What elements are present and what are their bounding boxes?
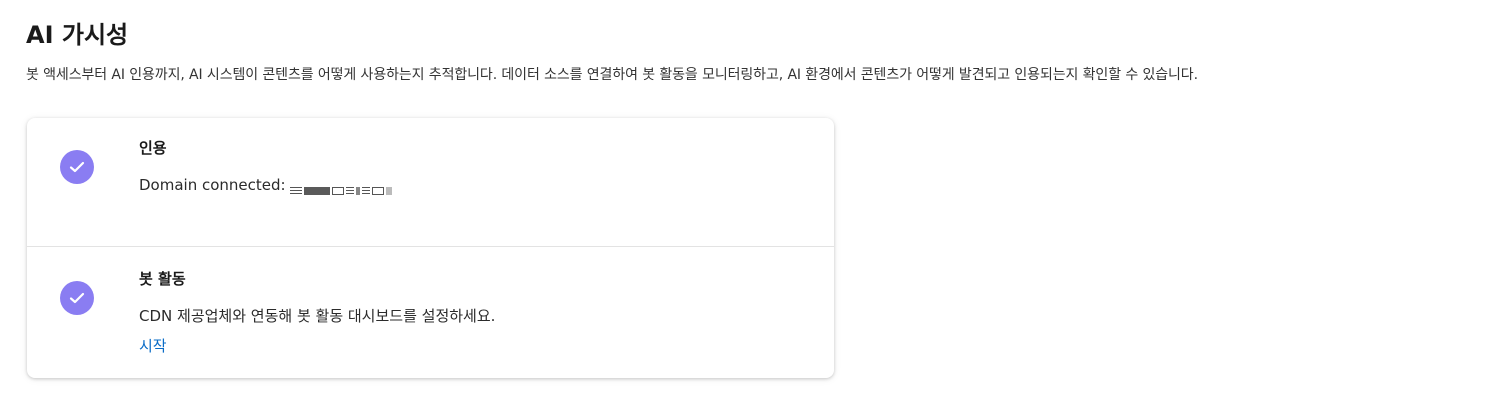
- redacted-domain: [289, 180, 394, 195]
- bot-activity-row: 봇 활동 CDN 제공업체와 연동해 봇 활동 대시보드를 설정하세요. 시작: [27, 247, 834, 378]
- check-icon: [60, 281, 94, 315]
- citations-row: 인용 Domain connected:: [27, 118, 834, 246]
- domain-connected-label: Domain connected:: [139, 176, 286, 194]
- citations-title: 인용: [139, 139, 167, 157]
- bot-activity-text: CDN 제공업체와 연동해 봇 활동 대시보드를 설정하세요.: [139, 307, 496, 325]
- check-icon: [60, 150, 94, 184]
- checkmark-icon: [69, 292, 85, 304]
- bot-activity-title: 봇 활동: [139, 270, 186, 288]
- page-description: 봇 액세스부터 AI 인용까지, AI 시스템이 콘텐츠를 어떻게 사용하는지 …: [26, 67, 1198, 83]
- data-sources-card: 인용 Domain connected: 봇 활동 CDN 제공업체와 연동해 …: [27, 118, 834, 378]
- start-link[interactable]: 시작: [139, 335, 167, 357]
- ai-visibility-page: AI 가시성 봇 액세스부터 AI 인용까지, AI 시스템이 콘텐츠를 어떻게…: [0, 0, 1498, 404]
- page-title: AI 가시성: [26, 21, 129, 49]
- domain-connected-text: Domain connected:: [139, 174, 394, 196]
- checkmark-icon: [69, 161, 85, 173]
